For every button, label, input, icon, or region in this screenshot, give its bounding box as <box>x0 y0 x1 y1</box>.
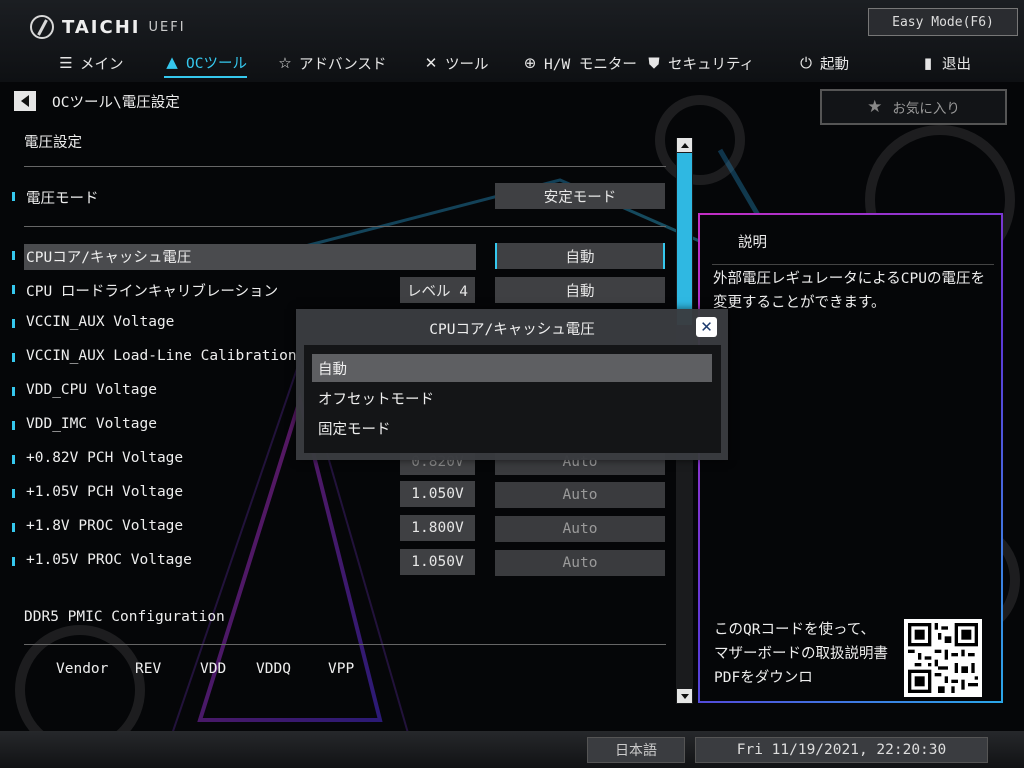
pch-105v-voltage-select[interactable]: Auto <box>495 482 665 508</box>
voltage-mode-select[interactable]: 安定モード <box>495 183 665 209</box>
scrollbar-thumb[interactable] <box>677 153 692 325</box>
divider <box>24 644 666 645</box>
back-button[interactable] <box>14 91 36 111</box>
divider <box>712 264 994 265</box>
row-bullet <box>12 319 15 328</box>
proc-105v-voltage-label[interactable]: +1.05V PROC Voltage <box>26 552 192 568</box>
row-bullet <box>12 251 15 260</box>
divider <box>24 226 666 227</box>
cpu-core-cache-voltage-select[interactable]: 自動 <box>495 243 665 269</box>
row-bullet <box>12 489 15 498</box>
close-icon: ✕ <box>700 317 713 336</box>
shield-icon: ⛊ <box>648 54 660 72</box>
tab-hw-monitor-label: H/W モニター <box>544 56 637 73</box>
monitor-icon: ⊕ <box>523 54 537 72</box>
qr-code-icon <box>908 623 978 693</box>
pmic-header-vddq: VDDQ <box>256 661 291 677</box>
row-bullet <box>12 523 15 532</box>
vccin-aux-llc-label[interactable]: VCCIN_AUX Load-Line Calibration <box>26 348 297 364</box>
breadcrumb: OCツール\電圧設定 <box>52 95 180 111</box>
tab-advanced-label: アドバンスド <box>299 56 387 73</box>
tab-advanced[interactable]: ☆ アドバンスド <box>277 48 386 78</box>
row-bullet <box>12 387 15 396</box>
option-fixed-mode[interactable]: 固定モード <box>312 414 712 442</box>
easy-mode-button[interactable]: Easy Mode(F6) <box>868 8 1018 36</box>
proc-18v-voltage-select[interactable]: Auto <box>495 516 665 542</box>
option-offset-mode[interactable]: オフセットモード <box>312 384 712 412</box>
close-button[interactable]: ✕ <box>696 317 717 337</box>
qr-caption: このQRコードを使って、マザーボードの取扱説明書PDFをダウンロ <box>714 622 888 686</box>
rocket-icon: ▲ <box>166 53 178 71</box>
cpu-llc-level: レベル 4 <box>400 277 475 303</box>
list-icon: ☰ <box>59 54 73 72</box>
tab-tool-label: ツール <box>445 56 489 73</box>
star-icon: ☆ <box>278 54 292 72</box>
arrow-down-icon <box>680 693 689 699</box>
tab-exit[interactable]: ▮ 退出 <box>920 48 971 78</box>
cpu-core-cache-voltage-label[interactable]: CPUコア/キャッシュ電圧 <box>26 246 191 267</box>
language-button[interactable]: 日本語 <box>587 737 685 763</box>
scroll-down-button[interactable] <box>677 689 692 703</box>
row-bullet <box>12 285 15 294</box>
tab-exit-label: 退出 <box>942 56 971 73</box>
vccin-aux-voltage-label[interactable]: VCCIN_AUX Voltage <box>26 314 174 330</box>
tab-security-label: セキュリティ <box>668 56 755 73</box>
exit-icon: ▮ <box>923 54 933 72</box>
favorite-label: お気に入り <box>892 101 960 117</box>
main-nav: ☰ メイン ▲ OCツール ☆ アドバンスド ✕ ツール ⊕ H/W モニター … <box>0 48 1024 78</box>
back-arrow-icon <box>21 95 29 107</box>
row-bullet <box>12 557 15 566</box>
description-text: 外部電圧レギュレータによるCPUの電圧を変更することができます。 <box>713 271 985 311</box>
pmic-header-vpp: VPP <box>328 661 355 677</box>
proc-105v-voltage-select[interactable]: Auto <box>495 550 665 576</box>
tab-boot-label: 起動 <box>820 56 849 73</box>
proc-105v-voltage-value: 1.050V <box>400 549 475 575</box>
brand-logo: TAICHI UEFI <box>30 14 186 40</box>
qr-code <box>904 619 982 697</box>
proc-18v-voltage-value: 1.800V <box>400 515 475 541</box>
section-title: 電圧設定 <box>24 135 82 151</box>
tab-security[interactable]: ⛊ セキュリティ <box>646 48 754 78</box>
vdd-imc-voltage-label[interactable]: VDD_IMC Voltage <box>26 416 157 432</box>
description-title: 説明 <box>738 235 767 251</box>
cpu-llc-select[interactable]: 自動 <box>495 277 665 303</box>
pmic-header-vendor: Vendor <box>56 661 109 677</box>
row-bullet <box>12 353 15 362</box>
power-icon: ⏻ <box>800 54 812 72</box>
arrow-up-icon <box>680 142 689 148</box>
taichi-logo-icon <box>30 15 54 39</box>
tab-hw-monitor[interactable]: ⊕ H/W モニター <box>522 48 637 78</box>
proc-18v-voltage-label[interactable]: +1.8V PROC Voltage <box>26 518 183 534</box>
tab-main[interactable]: ☰ メイン <box>58 48 124 78</box>
scroll-up-button[interactable] <box>677 138 692 152</box>
brand-name: TAICHI <box>62 16 141 38</box>
datetime-display: Fri 11/19/2021, 22:20:30 <box>695 737 988 763</box>
tab-boot[interactable]: ⏻ 起動 <box>798 48 849 78</box>
row-bullet <box>12 455 15 464</box>
tools-icon: ✕ <box>424 54 438 72</box>
pmic-header-rev: REV <box>135 661 162 677</box>
favorite-button[interactable]: ★ お気に入り <box>820 89 1007 125</box>
cpu-llc-label[interactable]: CPU ロードラインキャリブレーション <box>26 280 278 301</box>
modal-option-list: 自動 オフセットモード 固定モード <box>304 345 721 453</box>
tab-oc-tweaker[interactable]: ▲ OCツール <box>164 48 247 78</box>
options-modal: CPUコア/キャッシュ電圧 ✕ 自動 オフセットモード 固定モード <box>296 309 728 460</box>
tab-main-label: メイン <box>80 56 124 73</box>
row-bullet <box>12 421 15 430</box>
pmic-title: DDR5 PMIC Configuration <box>24 609 225 625</box>
vdd-cpu-voltage-label[interactable]: VDD_CPU Voltage <box>26 382 157 398</box>
tab-oc-tweaker-label: OCツール <box>186 55 247 72</box>
tab-tool[interactable]: ✕ ツール <box>423 48 489 78</box>
pch-082v-voltage-label[interactable]: +0.82V PCH Voltage <box>26 450 183 466</box>
row-bullet <box>12 192 15 201</box>
divider <box>24 166 666 167</box>
pch-105v-voltage-value: 1.050V <box>400 481 475 507</box>
voltage-mode-label: 電圧モード <box>26 191 99 207</box>
pch-105v-voltage-label[interactable]: +1.05V PCH Voltage <box>26 484 183 500</box>
modal-title: CPUコア/キャッシュ電圧 <box>429 322 595 338</box>
star-icon: ★ <box>867 97 883 117</box>
pmic-header-vdd: VDD <box>200 661 227 677</box>
option-auto[interactable]: 自動 <box>312 354 712 382</box>
brand-sub: UEFI <box>148 19 186 35</box>
